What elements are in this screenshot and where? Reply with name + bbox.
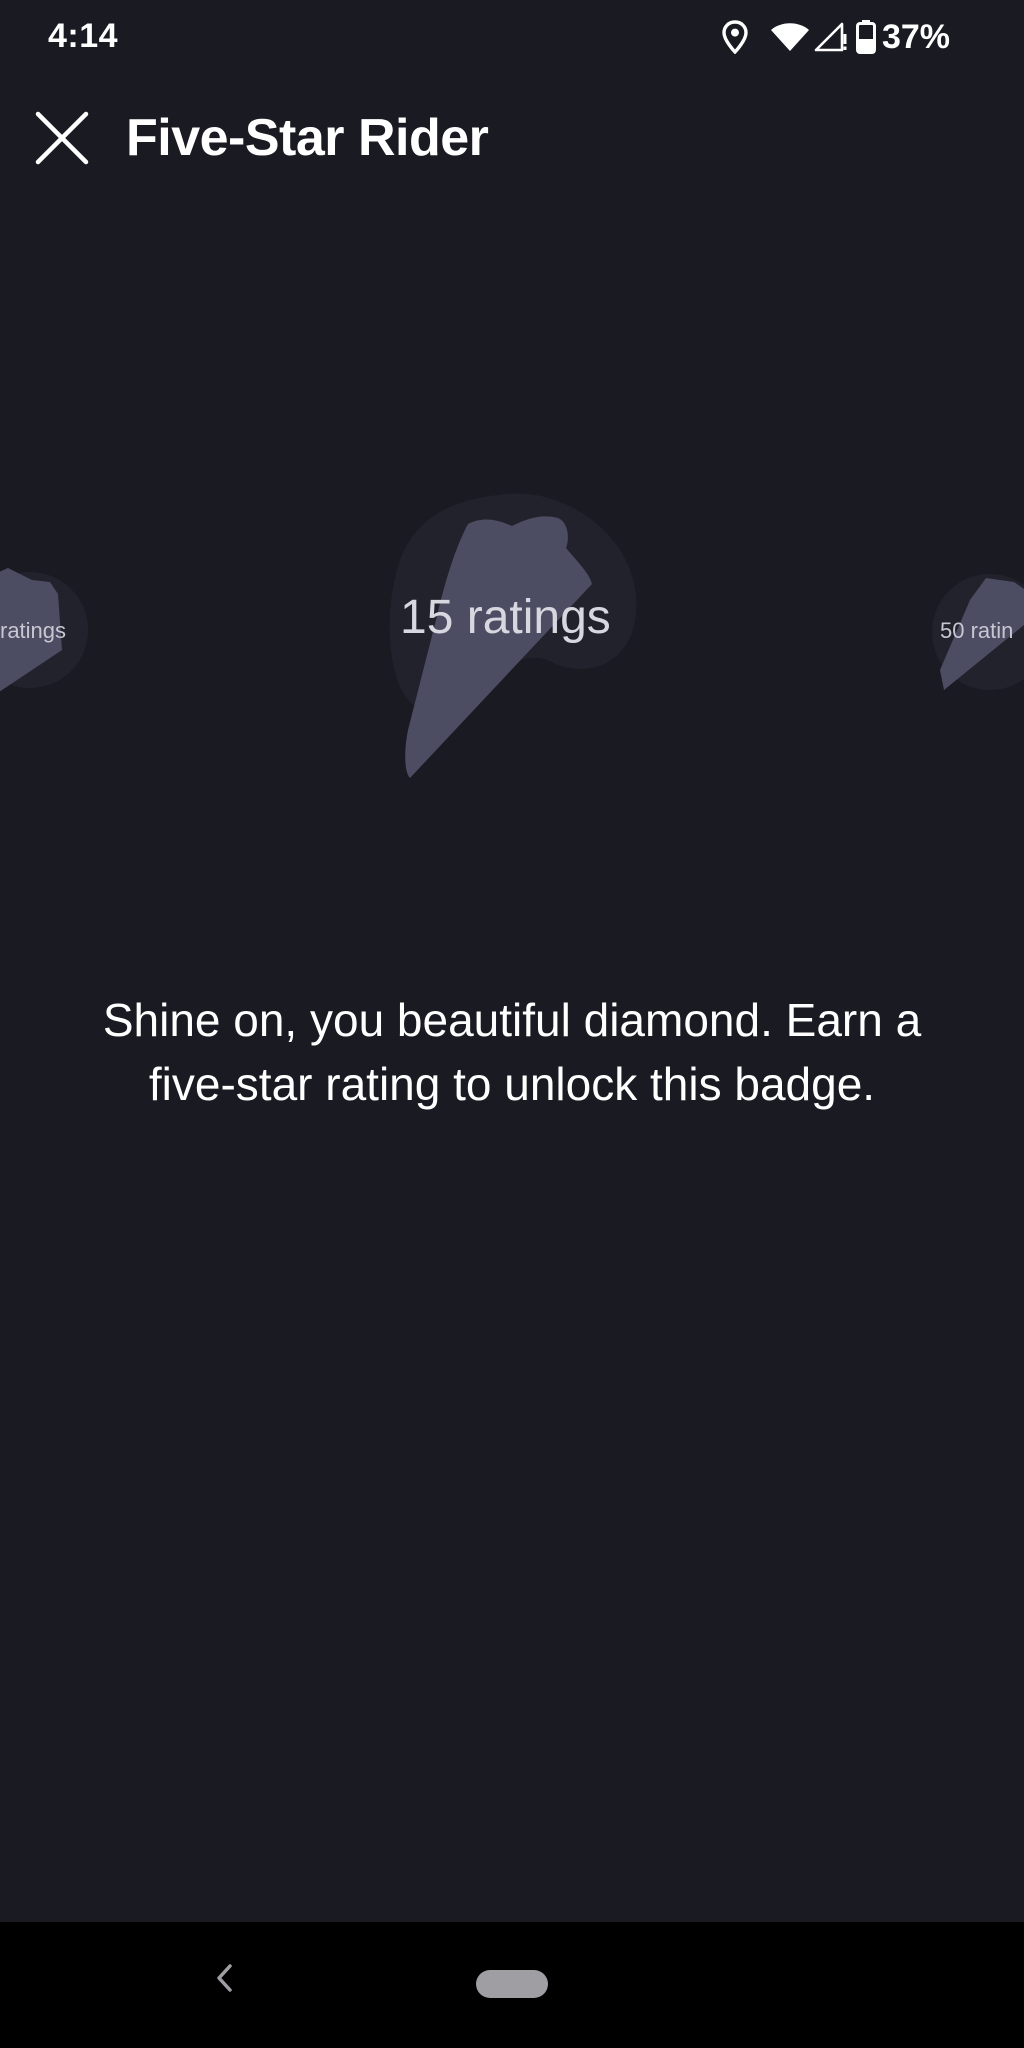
signal-icon <box>814 21 848 53</box>
badge-current[interactable]: 15 ratings <box>380 490 660 780</box>
status-icons: 37% <box>722 14 950 60</box>
header: Five-Star Rider <box>0 100 1024 190</box>
home-pill-icon[interactable] <box>476 1970 548 1998</box>
navigation-bar <box>0 1922 1024 2048</box>
status-time: 4:14 <box>48 17 119 55</box>
battery-icon <box>855 20 876 54</box>
back-chevron-icon <box>217 1964 232 1992</box>
close-icon <box>35 111 89 165</box>
badge-carousel[interactable]: ratings 15 ratings 50 ratin <box>0 450 1024 830</box>
badge-next[interactable]: 50 ratin <box>930 560 1024 710</box>
badge-previous-label: ratings <box>0 618 67 643</box>
battery-percentage: 37% <box>881 18 950 56</box>
page-title: Five-Star Rider <box>126 109 489 167</box>
badge-previous[interactable]: ratings <box>0 560 90 710</box>
badge-description: Shine on, you beautiful diamond. Earn a … <box>102 994 922 1110</box>
status-bar: 4:14 37% <box>0 0 1024 72</box>
location-icon <box>722 20 748 54</box>
badge-current-label: 15 ratings <box>400 591 611 644</box>
badge-next-label: 50 ratin <box>940 618 1014 643</box>
back-button[interactable] <box>200 1948 250 2008</box>
wifi-icon <box>770 22 810 52</box>
close-button[interactable] <box>26 102 98 174</box>
